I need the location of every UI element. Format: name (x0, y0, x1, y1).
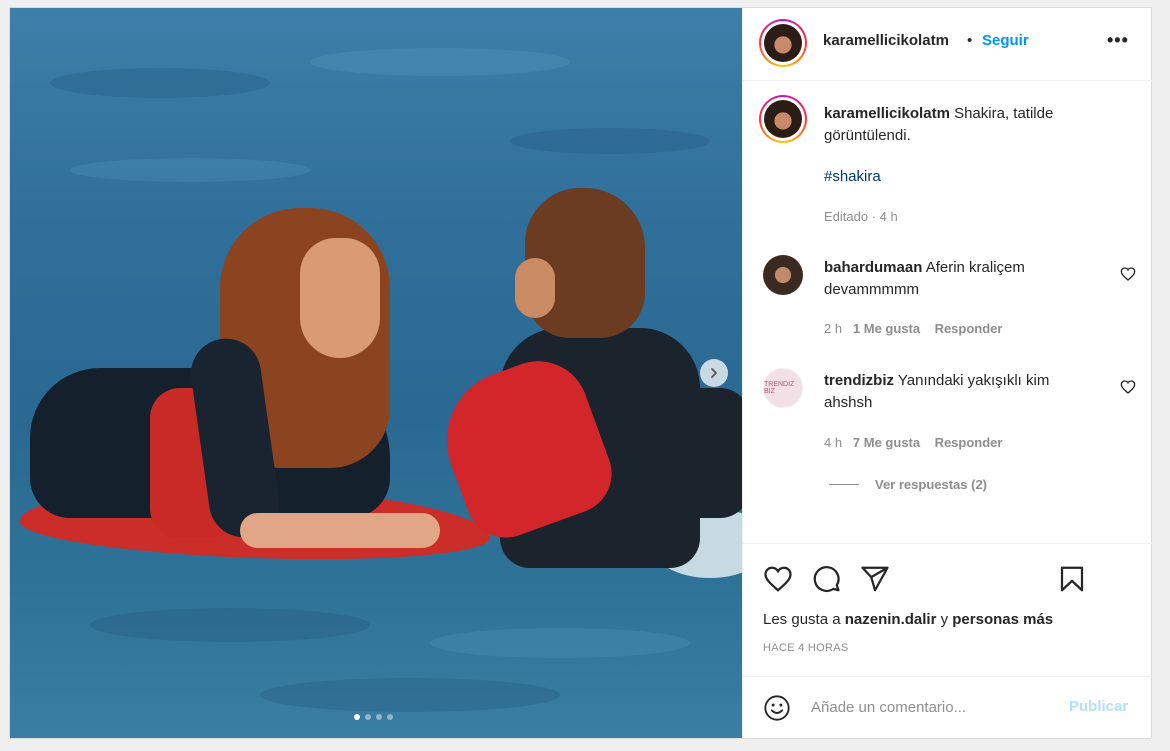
comment-avatar[interactable] (763, 255, 803, 295)
comment-username[interactable]: bahardumaan (824, 259, 922, 276)
chevron-right-icon (711, 368, 717, 378)
post-timestamp[interactable]: HACE 4 HORAS (763, 642, 849, 654)
emoji-icon[interactable] (763, 694, 791, 722)
bookmark-icon[interactable] (1057, 564, 1087, 594)
water-wave (310, 48, 570, 76)
comment-meta: 2 h 1 Me gusta Responder (824, 321, 1002, 336)
comment-username[interactable]: trendizbiz (824, 372, 894, 389)
instagram-post: karamellicikolatm • Seguir ••• karamelli… (9, 7, 1152, 739)
carousel-dot (365, 714, 371, 720)
comment-time: 2 h (824, 321, 843, 336)
next-photo-button[interactable] (700, 359, 728, 387)
caption-avatar[interactable] (759, 95, 807, 143)
water-wave (70, 158, 310, 182)
separator-dot: • (967, 32, 973, 49)
likes-prefix: Les gusta a (763, 611, 841, 628)
heart-icon[interactable] (1120, 266, 1136, 282)
comment-icon[interactable] (811, 564, 841, 594)
comment-likes[interactable]: 1 Me gusta (853, 321, 920, 336)
likes-user[interactable]: nazenin.dalir (845, 611, 937, 628)
carousel-dots (354, 714, 393, 720)
publish-button[interactable]: Publicar (1069, 698, 1128, 715)
post-photo[interactable] (10, 8, 742, 738)
carousel-dot (354, 714, 360, 720)
comment-avatar[interactable]: TRENDIZ BIZ (763, 368, 803, 408)
man-ear (515, 258, 555, 318)
comment-body: trendizbiz Yanındaki yakışıklı kim ahshs… (824, 370, 1094, 414)
carousel-dot (376, 714, 382, 720)
water-wave (50, 68, 270, 98)
add-comment-bar: Publicar (743, 676, 1152, 739)
comment-meta: 4 h 7 Me gusta Responder (824, 435, 1002, 450)
author-username[interactable]: karamellicikolatm (823, 32, 949, 49)
post-header: karamellicikolatm • Seguir ••• (743, 8, 1152, 81)
post-actions: Les gusta a nazenin.dalir y personas más… (743, 543, 1152, 684)
reply-button[interactable]: Responder (935, 321, 1003, 336)
water-wave (260, 678, 560, 712)
send-icon[interactable] (860, 564, 890, 594)
carousel-dot (387, 714, 393, 720)
water-wave (510, 128, 710, 154)
replies-divider (829, 484, 859, 485)
likes-summary: Les gusta a nazenin.dalir y personas más (763, 611, 1053, 628)
comment-likes[interactable]: 7 Me gusta (853, 435, 920, 450)
follow-button[interactable]: Seguir (982, 32, 1029, 49)
post-caption: karamellicikolatm Shakira, tatilde görün… (824, 103, 1114, 147)
likes-others[interactable]: personas más (952, 611, 1053, 628)
comment-body: bahardumaan Aferin kraliçem devammmmm (824, 257, 1094, 301)
reply-button[interactable]: Responder (935, 435, 1003, 450)
author-avatar[interactable] (759, 19, 807, 67)
caption-meta: Editado · 4 h (824, 209, 898, 224)
comment-input[interactable] (811, 695, 1051, 719)
more-options-icon[interactable]: ••• (1107, 30, 1129, 51)
woman-face (300, 238, 380, 358)
water-wave (430, 628, 690, 658)
likes-connector: y (940, 611, 949, 628)
caption-username[interactable]: karamellicikolatm (824, 105, 950, 122)
heart-icon[interactable] (1120, 379, 1136, 395)
heart-icon[interactable] (763, 564, 793, 594)
view-replies-button[interactable]: Ver respuestas (2) (829, 477, 987, 492)
comment-time: 4 h (824, 435, 843, 450)
hashtag-link[interactable]: #shakira (824, 168, 881, 185)
view-replies-label: Ver respuestas (2) (875, 477, 988, 492)
post-side-panel: karamellicikolatm • Seguir ••• karamelli… (742, 8, 1152, 738)
water-wave (90, 608, 370, 642)
hands (240, 513, 440, 548)
